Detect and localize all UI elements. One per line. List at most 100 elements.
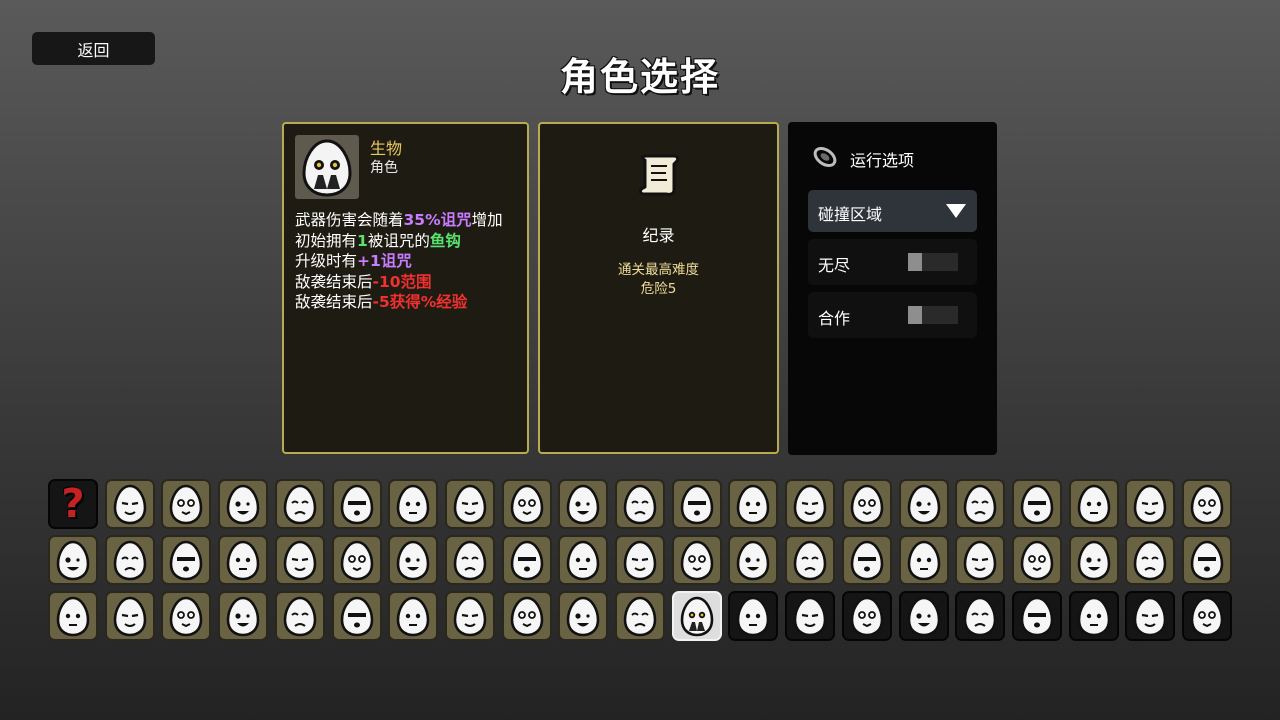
coop-option[interactable]: 合作 bbox=[808, 292, 977, 338]
character-tile[interactable] bbox=[955, 535, 1005, 585]
character-tile[interactable] bbox=[785, 591, 835, 641]
character-tile[interactable] bbox=[615, 535, 665, 585]
character-tile[interactable] bbox=[728, 479, 778, 529]
effect-line: 敌袭结束后-5获得%经验 bbox=[295, 292, 523, 313]
character-portrait-icon bbox=[566, 540, 600, 581]
character-tile[interactable] bbox=[955, 591, 1005, 641]
character-portrait-icon bbox=[1133, 596, 1167, 637]
character-grid: ? bbox=[48, 479, 1232, 642]
effect-text: -10范围 bbox=[372, 272, 432, 291]
effect-text: +1诅咒 bbox=[357, 252, 412, 270]
character-tile[interactable] bbox=[558, 591, 608, 641]
character-portrait-icon bbox=[736, 540, 770, 581]
character-portrait-icon bbox=[907, 540, 941, 581]
endless-option[interactable]: 无尽 bbox=[808, 239, 977, 285]
character-portrait-icon bbox=[1077, 596, 1111, 637]
character-portrait-icon bbox=[1190, 596, 1224, 637]
character-tile[interactable] bbox=[615, 591, 665, 641]
character-portrait-icon bbox=[907, 596, 941, 637]
character-tile[interactable] bbox=[218, 479, 268, 529]
character-tile[interactable] bbox=[842, 479, 892, 529]
character-tile[interactable] bbox=[48, 535, 98, 585]
random-character-tile[interactable]: ? bbox=[48, 479, 98, 529]
character-tile[interactable] bbox=[332, 535, 382, 585]
character-portrait-icon bbox=[340, 596, 374, 637]
character-tile[interactable] bbox=[388, 479, 438, 529]
character-portrait-icon bbox=[963, 540, 997, 581]
character-tile[interactable] bbox=[1182, 535, 1232, 585]
character-tile[interactable] bbox=[955, 479, 1005, 529]
character-type: 角色 bbox=[370, 160, 398, 176]
character-tile[interactable] bbox=[218, 591, 268, 641]
character-tile[interactable] bbox=[275, 479, 325, 529]
character-tile[interactable] bbox=[1182, 479, 1232, 529]
character-tile[interactable] bbox=[1125, 479, 1175, 529]
character-tile[interactable] bbox=[1125, 591, 1175, 641]
character-tile[interactable] bbox=[105, 479, 155, 529]
character-tile[interactable] bbox=[558, 535, 608, 585]
character-portrait-icon bbox=[566, 484, 600, 525]
character-portrait-icon bbox=[963, 484, 997, 525]
endless-toggle[interactable] bbox=[908, 253, 958, 271]
character-portrait-icon bbox=[56, 540, 90, 581]
character-portrait-icon bbox=[169, 484, 203, 525]
character-tile[interactable] bbox=[275, 535, 325, 585]
character-portrait-icon bbox=[736, 484, 770, 525]
run-options-title: 运行选项 bbox=[850, 151, 915, 170]
character-tile[interactable] bbox=[388, 535, 438, 585]
character-tile[interactable] bbox=[615, 479, 665, 529]
character-tile[interactable] bbox=[218, 535, 268, 585]
character-tile[interactable] bbox=[502, 479, 552, 529]
character-tile[interactable] bbox=[899, 591, 949, 641]
character-tile[interactable] bbox=[161, 535, 211, 585]
character-tile[interactable] bbox=[842, 535, 892, 585]
character-tile[interactable] bbox=[672, 535, 722, 585]
character-portrait-icon bbox=[113, 484, 147, 525]
character-portrait-icon bbox=[1133, 540, 1167, 581]
character-tile[interactable] bbox=[332, 479, 382, 529]
character-tile[interactable] bbox=[502, 591, 552, 641]
character-tile[interactable] bbox=[105, 591, 155, 641]
character-tile[interactable] bbox=[1125, 535, 1175, 585]
toggle-knob bbox=[908, 306, 922, 324]
character-tile[interactable] bbox=[388, 591, 438, 641]
character-tile[interactable] bbox=[785, 479, 835, 529]
character-tile[interactable] bbox=[445, 479, 495, 529]
character-tile[interactable] bbox=[161, 479, 211, 529]
character-tile[interactable] bbox=[1012, 591, 1062, 641]
character-portrait-icon bbox=[680, 540, 714, 581]
character-tile[interactable] bbox=[275, 591, 325, 641]
character-portrait-icon bbox=[453, 596, 487, 637]
character-tile[interactable] bbox=[558, 479, 608, 529]
character-tile[interactable] bbox=[1012, 479, 1062, 529]
coop-toggle[interactable] bbox=[908, 306, 958, 324]
character-tile[interactable] bbox=[445, 591, 495, 641]
record-best-difficulty-label: 通关最高难度 bbox=[618, 262, 699, 278]
character-tile[interactable] bbox=[728, 535, 778, 585]
character-portrait-icon bbox=[113, 596, 147, 637]
zone-dropdown[interactable]: 碰撞区域 bbox=[808, 190, 977, 232]
character-portrait-icon bbox=[566, 596, 600, 637]
character-portrait-icon bbox=[793, 540, 827, 581]
character-tile[interactable] bbox=[728, 591, 778, 641]
character-tile[interactable] bbox=[161, 591, 211, 641]
character-tile[interactable] bbox=[1069, 535, 1119, 585]
character-portrait-icon bbox=[623, 596, 657, 637]
character-tile[interactable] bbox=[502, 535, 552, 585]
character-tile[interactable] bbox=[1182, 591, 1232, 641]
character-tile[interactable] bbox=[332, 591, 382, 641]
character-tile[interactable] bbox=[105, 535, 155, 585]
character-tile[interactable] bbox=[899, 479, 949, 529]
character-tile[interactable] bbox=[672, 479, 722, 529]
effect-line: 敌袭结束后-10范围 bbox=[295, 272, 523, 293]
character-tile[interactable] bbox=[842, 591, 892, 641]
character-tile[interactable] bbox=[1012, 535, 1062, 585]
effect-text: 初始拥有 bbox=[295, 231, 358, 250]
character-tile[interactable] bbox=[1069, 479, 1119, 529]
character-tile[interactable] bbox=[1069, 591, 1119, 641]
character-tile[interactable] bbox=[48, 591, 98, 641]
character-tile[interactable] bbox=[445, 535, 495, 585]
character-tile[interactable] bbox=[785, 535, 835, 585]
character-tile-selected[interactable] bbox=[672, 591, 722, 641]
character-tile[interactable] bbox=[899, 535, 949, 585]
